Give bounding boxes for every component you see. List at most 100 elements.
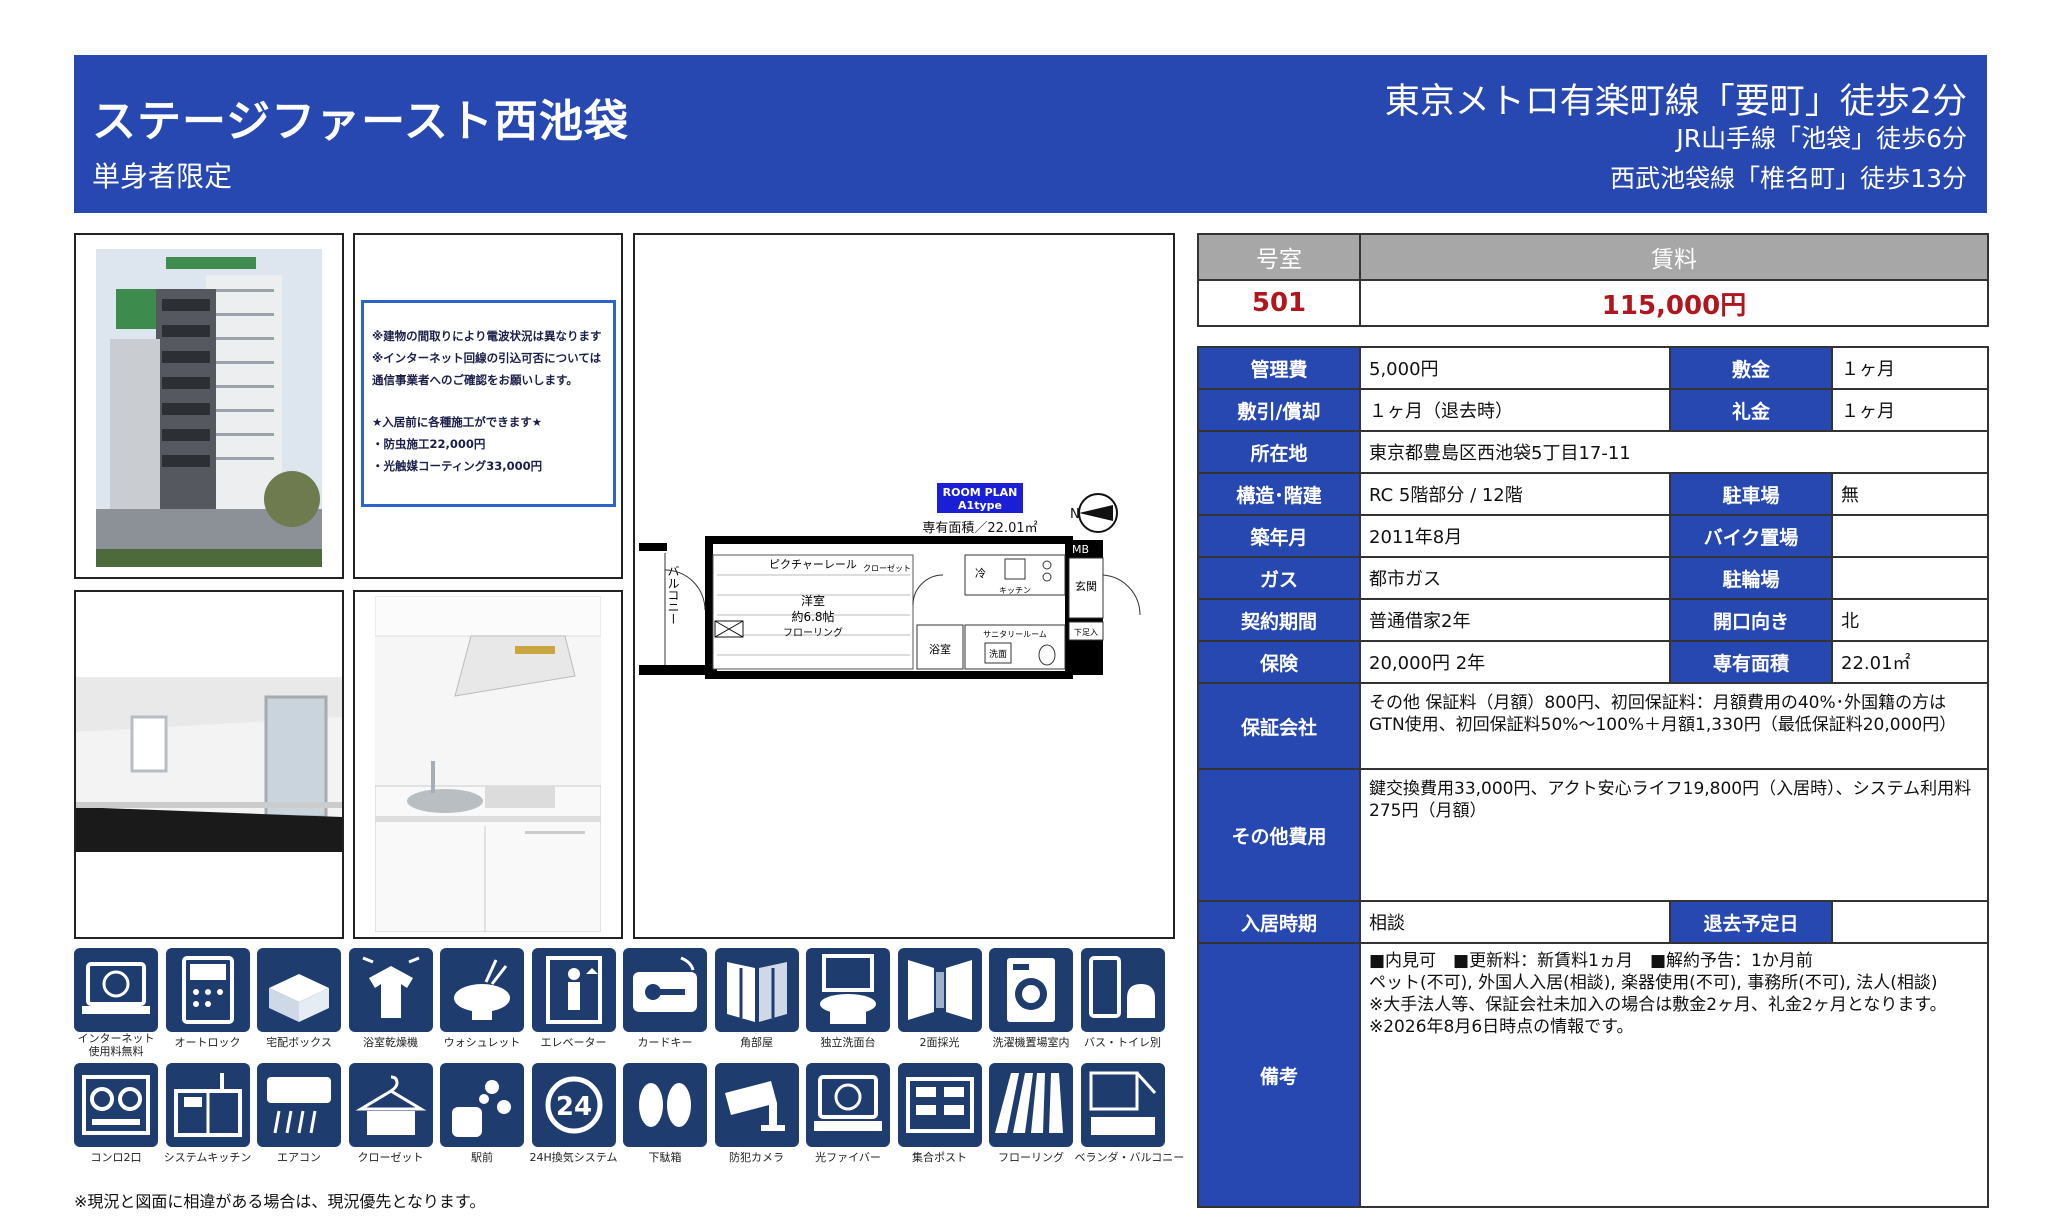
key-money-value: １ヶ月: [1831, 388, 1989, 432]
plan-sanitary: サニタリールーム: [983, 630, 1047, 639]
address-value: 東京都豊島区西池袋5丁目17-11: [1359, 430, 1989, 474]
plan-entrance: 玄関: [1075, 579, 1097, 593]
building-photo-panel: [74, 233, 344, 579]
notice-line: ※建物の間取りにより電波状況は異なります: [372, 329, 602, 343]
plan-washer: 洗面: [989, 648, 1007, 660]
plan-area: 専有面積／22.01㎡: [922, 521, 1037, 536]
mailbox-amenity: 集合ポスト: [897, 1063, 982, 1173]
shikibiki-value: １ヶ月（退去時）: [1359, 388, 1671, 432]
bike-parking-label: バイク置場: [1669, 514, 1833, 558]
bicycle-parking-label: 駐輪場: [1669, 556, 1833, 600]
delivery-box-icon: [257, 948, 341, 1032]
security-camera-amenity: 防犯カメラ: [714, 1063, 799, 1173]
mgmt-fee-value: 5,000円: [1359, 346, 1671, 390]
facing-label: 開口向き: [1669, 598, 1833, 642]
badge-line2: A1type: [958, 499, 1002, 512]
plan-shoes: 下足入: [1074, 628, 1098, 637]
property-info-table: 管理費 5,000円 敷金 １ヶ月 敷引/償却 １ヶ月（退去時） 礼金 １ヶ月 …: [1197, 346, 1989, 1208]
delivery-box-amenity: 宅配ボックス: [257, 948, 341, 1058]
flooring-amenity: フローリング: [989, 1063, 1073, 1173]
amenity-label: オートロック: [174, 1036, 241, 1049]
parking-label: 駐車場: [1669, 472, 1833, 516]
structure-value: RC 5階部分 / 12階: [1359, 472, 1671, 516]
kitchen-photo: [374, 595, 602, 933]
amenity-label: エアコン: [277, 1151, 321, 1164]
two-side-light-icon: [897, 948, 982, 1032]
station-near-icon: [440, 1063, 524, 1147]
address-label: 所在地: [1197, 430, 1361, 474]
closet-icon: [348, 1063, 433, 1147]
flooring-icon: [989, 1063, 1073, 1147]
plan-flooring: フローリング: [783, 626, 843, 639]
two-side-light-amenity: 2面採光: [897, 948, 982, 1058]
gas-value: 都市ガス: [1359, 556, 1671, 600]
amenity-label: コンロ2口: [90, 1151, 142, 1164]
amenity-label: 宅配ボックス: [266, 1036, 332, 1049]
building-photo: [96, 249, 322, 567]
internet-icon: [74, 948, 158, 1032]
svg-text:24: 24: [555, 1092, 591, 1122]
closet-amenity: クローゼット: [348, 1063, 433, 1173]
room-photo: [76, 677, 342, 852]
station-3: 西武池袋線「椎名町」徒歩13分: [1610, 164, 1967, 193]
autolock-icon: [165, 948, 250, 1032]
system-kitchen-icon: [165, 1063, 250, 1147]
plan-mb: MB: [1072, 543, 1089, 556]
amenity-label: 光ファイバー: [815, 1151, 881, 1164]
elevator-icon: [531, 948, 616, 1032]
amenity-label: エレベーター: [540, 1036, 607, 1049]
plan-western-size: 約6.8帖: [791, 609, 834, 624]
amenity-label: 角部屋: [740, 1036, 773, 1049]
fiber-amenity: 光ファイバー: [806, 1063, 890, 1173]
bike-parking-value: [1831, 514, 1989, 558]
badge-line1: ROOM PLAN: [943, 486, 1018, 499]
amenity-label: インターネット 使用料無料: [77, 1032, 155, 1058]
rent-value: 115,000円: [1359, 279, 1989, 327]
amenity-label: 24H換気システム: [529, 1151, 618, 1164]
plan-picture-rail: ピクチャーレール: [769, 558, 857, 571]
move-in-label: 入居時期: [1197, 900, 1361, 944]
bath-toilet-separate-amenity: バス・トイレ別: [1080, 948, 1165, 1058]
vanity-icon: [806, 948, 890, 1032]
station-2: JR山手線「池袋」徒歩6分: [1676, 124, 1967, 153]
other-fees-label: その他費用: [1197, 768, 1361, 902]
remarks-line: ※大手法人等、保証会社未加入の場合は敷金2ヶ月、礼金2ヶ月となります。: [1369, 995, 1947, 1015]
notice-line: ★入居前に各種施工ができます★: [372, 415, 543, 429]
move-out-value: [1831, 900, 1989, 944]
structure-label: 構造･階建: [1197, 472, 1361, 516]
plan-western-room: 洋室: [801, 593, 825, 608]
shikibiki-label: 敷引/償却: [1197, 388, 1361, 432]
property-subtitle: 単身者限定: [92, 160, 233, 193]
notice-line: 通信事業者へのご確認をお願いします。: [372, 373, 578, 387]
key-money-label: 礼金: [1669, 388, 1833, 432]
footnote: ※現況と図面に相違がある場合は、現況優先となります。: [74, 1192, 486, 1211]
washer-space-amenity: 洗濯機置場室内: [989, 948, 1073, 1058]
two-burner-stove-amenity: コンロ2口: [74, 1063, 158, 1173]
plan-closet: クローゼット: [863, 563, 911, 573]
amenity-label: フローリング: [998, 1151, 1064, 1164]
corner-room-amenity: 角部屋: [714, 948, 799, 1058]
veranda-icon: [1080, 1063, 1165, 1147]
bicycle-parking-value: [1831, 556, 1989, 600]
bath-toilet-separate-icon: [1080, 948, 1165, 1032]
rent-label: 賃料: [1359, 233, 1989, 281]
plan-kitchen: キッチン: [999, 586, 1031, 595]
deposit-value: １ヶ月: [1831, 346, 1989, 390]
autolock-amenity: オートロック: [165, 948, 250, 1058]
amenity-label: システムキッチン: [163, 1151, 252, 1164]
room-number-label: 号室: [1197, 233, 1361, 281]
plan-balcony: バルコニー: [666, 565, 680, 625]
station-main: 東京メトロ有楽町線「要町」徒歩2分: [1384, 82, 1967, 122]
notice-line: ※インターネット回線の引込可否については: [372, 351, 602, 365]
washlet-icon: [440, 948, 524, 1032]
plan-fridge: 冷: [975, 567, 986, 580]
notice-panel: ※建物の間取りにより電波状況は異なります ※インターネット回線の引込可否について…: [353, 233, 623, 579]
room-number-value: 501: [1197, 279, 1361, 327]
insurance-label: 保険: [1197, 640, 1361, 684]
amenity-label: 集合ポスト: [912, 1151, 967, 1164]
built-value: 2011年8月: [1359, 514, 1671, 558]
remarks-label: 備考: [1197, 942, 1361, 1208]
facing-value: 北: [1831, 598, 1989, 642]
mailbox-icon: [897, 1063, 982, 1147]
amenity-label: ウォシュレット: [443, 1036, 521, 1049]
